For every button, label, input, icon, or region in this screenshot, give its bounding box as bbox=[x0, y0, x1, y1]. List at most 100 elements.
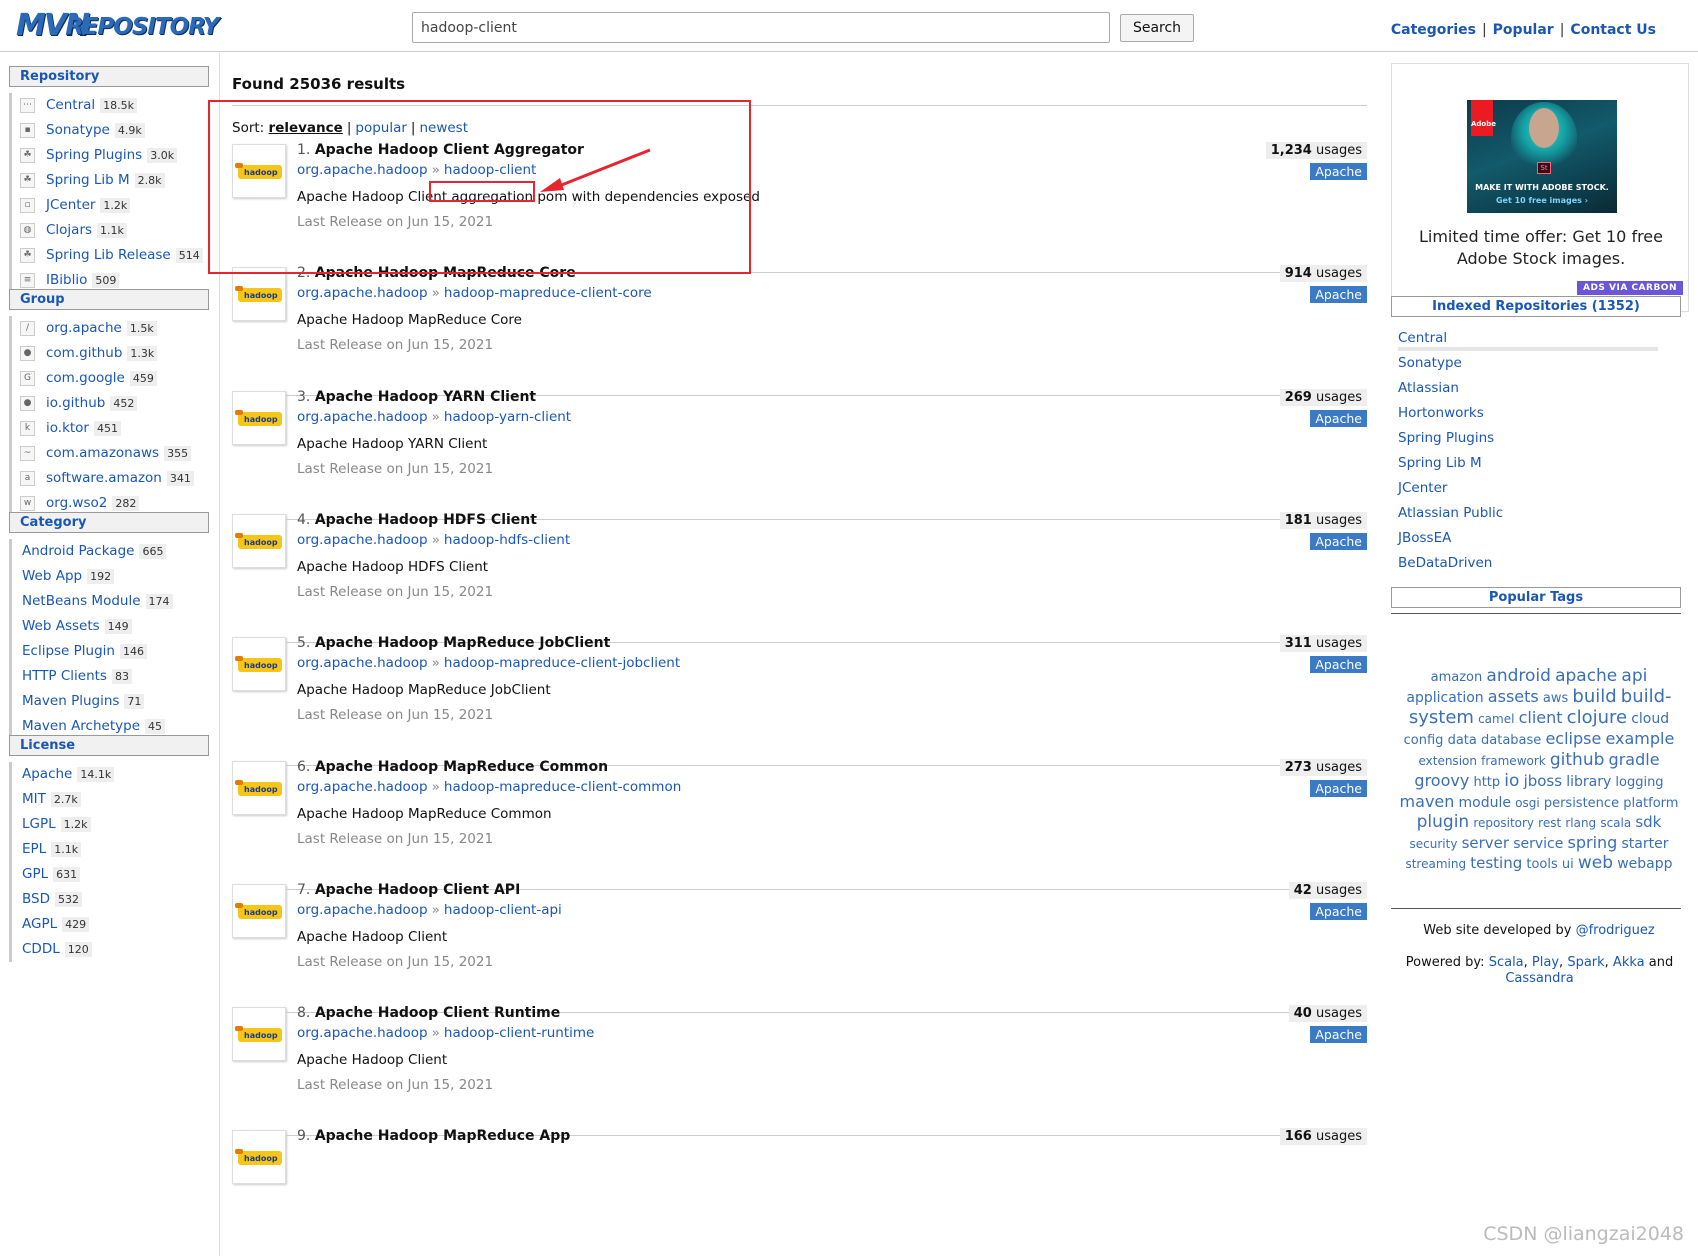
tag-link[interactable]: module bbox=[1459, 795, 1511, 811]
category-item-label[interactable]: Android Package bbox=[22, 539, 134, 564]
indexed-repo-item[interactable]: Atlassian Public bbox=[1398, 503, 1680, 528]
license-item-label[interactable]: Apache bbox=[22, 762, 72, 787]
indexed-repo-link[interactable]: Atlassian Public bbox=[1398, 505, 1503, 521]
license-badge[interactable]: Apache bbox=[1310, 779, 1367, 797]
category-item[interactable]: Maven Plugins 71 bbox=[12, 689, 214, 714]
license-item[interactable]: EPL 1.1k bbox=[12, 837, 214, 862]
tag-link[interactable]: gradle bbox=[1609, 750, 1660, 769]
indexed-repo-link[interactable]: JBossEA bbox=[1398, 530, 1451, 546]
usages-badge[interactable]: 914 usages bbox=[1279, 265, 1367, 283]
tag-link[interactable]: github bbox=[1550, 750, 1605, 770]
license-badge[interactable]: Apache bbox=[1310, 1026, 1367, 1044]
tag-link[interactable]: starter bbox=[1621, 836, 1668, 852]
result-name-link[interactable]: Apache Hadoop MapReduce Common bbox=[315, 759, 608, 775]
license-badge[interactable]: Apache bbox=[1310, 532, 1367, 550]
indexed-repo-link[interactable]: BeDataDriven bbox=[1398, 555, 1492, 571]
tag-link[interactable]: web bbox=[1578, 853, 1613, 873]
hadoop-logo-icon[interactable]: hadoop bbox=[232, 267, 286, 322]
tag-link[interactable]: persistence bbox=[1544, 796, 1619, 811]
tag-link[interactable]: groovy bbox=[1414, 771, 1469, 790]
repository-item-label[interactable]: Clojars bbox=[46, 218, 92, 243]
tag-link[interactable]: spring bbox=[1568, 833, 1618, 852]
tag-link[interactable]: amazon bbox=[1431, 670, 1483, 685]
indexed-repo-item[interactable]: Hortonworks bbox=[1398, 403, 1680, 428]
tag-link[interactable]: cloud bbox=[1631, 711, 1669, 727]
tag-link[interactable]: platform bbox=[1623, 796, 1678, 811]
license-item-label[interactable]: BSD bbox=[22, 887, 50, 912]
tag-link[interactable]: ui bbox=[1562, 857, 1574, 872]
hadoop-logo-icon[interactable]: hadoop bbox=[232, 1007, 286, 1062]
tag-link[interactable]: repository bbox=[1473, 816, 1534, 830]
indexed-repo-link[interactable]: Atlassian bbox=[1398, 380, 1459, 396]
tag-link[interactable]: logging bbox=[1615, 775, 1663, 790]
powered-scala-link[interactable]: Scala bbox=[1489, 955, 1524, 970]
repository-heading[interactable]: Repository bbox=[9, 66, 209, 87]
license-item[interactable]: GPL 631 bbox=[12, 862, 214, 887]
repository-item[interactable]: ☘ Spring Plugins 3.0k bbox=[12, 143, 214, 168]
license-heading[interactable]: License bbox=[9, 735, 209, 756]
hadoop-logo-icon[interactable]: hadoop bbox=[232, 1130, 286, 1185]
search-input[interactable] bbox=[412, 12, 1110, 43]
repository-item[interactable]: ☘ Spring Lib Release 514 bbox=[12, 243, 214, 268]
hadoop-logo-icon[interactable]: hadoop bbox=[232, 760, 286, 815]
artifact-id-link[interactable]: hadoop-yarn-client bbox=[444, 409, 571, 425]
result-name-link[interactable]: Apache Hadoop HDFS Client bbox=[315, 512, 537, 528]
tag-link[interactable]: http bbox=[1473, 775, 1500, 790]
usages-badge[interactable]: 40 usages bbox=[1288, 1005, 1367, 1023]
developer-link[interactable]: @frodriguez bbox=[1576, 923, 1655, 938]
group-id-link[interactable]: org.apache.hadoop bbox=[297, 779, 428, 795]
tag-link[interactable]: service bbox=[1513, 836, 1563, 852]
powered-play-link[interactable]: Play bbox=[1532, 955, 1559, 970]
nav-categories-link[interactable]: Categories bbox=[1391, 22, 1476, 38]
tag-link[interactable]: sdk bbox=[1635, 813, 1661, 831]
hadoop-logo-icon[interactable]: hadoop bbox=[232, 390, 286, 445]
usages-badge[interactable]: 269 usages bbox=[1279, 388, 1367, 406]
tag-link[interactable]: framework bbox=[1481, 754, 1546, 768]
repository-item[interactable]: ⋯ Central 18.5k bbox=[12, 93, 214, 118]
category-item-label[interactable]: NetBeans Module bbox=[22, 589, 141, 614]
license-item-label[interactable]: EPL bbox=[22, 837, 46, 862]
license-badge[interactable]: Apache bbox=[1310, 656, 1367, 674]
category-item[interactable]: Android Package 665 bbox=[12, 539, 214, 564]
tag-link[interactable]: testing bbox=[1470, 854, 1522, 872]
group-id-link[interactable]: org.apache.hadoop bbox=[297, 285, 428, 301]
tag-link[interactable]: application bbox=[1406, 690, 1483, 706]
ad-image[interactable]: Adobe St MAKE IT WITH ADOBE STOCK. Get 1… bbox=[1467, 100, 1617, 213]
group-item-label[interactable]: com.amazonaws bbox=[46, 441, 159, 466]
result-name-link[interactable]: Apache Hadoop YARN Client bbox=[315, 389, 536, 405]
tag-link[interactable]: data bbox=[1448, 733, 1477, 748]
indexed-repo-item[interactable]: JCenter bbox=[1398, 478, 1680, 503]
hadoop-logo-icon[interactable]: hadoop bbox=[232, 637, 286, 692]
group-id-link[interactable]: org.apache.hadoop bbox=[297, 532, 428, 548]
indexed-repo-item[interactable]: BeDataDriven bbox=[1398, 553, 1680, 578]
repository-item[interactable]: ▪ Sonatype 4.9k bbox=[12, 118, 214, 143]
category-item-label[interactable]: Maven Plugins bbox=[22, 689, 119, 714]
artifact-id-link[interactable]: hadoop-mapreduce-client-core bbox=[444, 285, 652, 301]
group-heading[interactable]: Group bbox=[9, 289, 209, 310]
tag-link[interactable]: io bbox=[1504, 771, 1519, 791]
indexed-repo-item[interactable]: Spring Plugins bbox=[1398, 428, 1680, 453]
license-item[interactable]: LGPL 1.2k bbox=[12, 812, 214, 837]
tag-link[interactable]: example bbox=[1605, 729, 1674, 748]
powered-akka-link[interactable]: Akka bbox=[1613, 955, 1645, 970]
indexed-repo-item[interactable]: Spring Lib M bbox=[1398, 453, 1680, 478]
usages-badge[interactable]: 273 usages bbox=[1279, 758, 1367, 776]
nav-contact-link[interactable]: Contact Us bbox=[1570, 22, 1656, 38]
repository-item-label[interactable]: Spring Lib M bbox=[46, 168, 130, 193]
powered-cassandra-link[interactable]: Cassandra bbox=[1505, 971, 1573, 986]
category-item[interactable]: HTTP Clients 83 bbox=[12, 664, 214, 689]
group-id-link[interactable]: org.apache.hadoop bbox=[297, 1025, 428, 1041]
indexed-repo-item[interactable]: JBossEA bbox=[1398, 528, 1680, 553]
tag-link[interactable]: plugin bbox=[1417, 812, 1470, 832]
license-badge[interactable]: Apache bbox=[1310, 902, 1367, 920]
tag-link[interactable]: security bbox=[1410, 837, 1458, 851]
license-item-label[interactable]: AGPL bbox=[22, 912, 57, 937]
license-item[interactable]: BSD 532 bbox=[12, 887, 214, 912]
tag-link[interactable]: eclipse bbox=[1545, 729, 1601, 748]
license-item[interactable]: MIT 2.7k bbox=[12, 787, 214, 812]
repository-item[interactable]: ◍ Clojars 1.1k bbox=[12, 218, 214, 243]
category-item[interactable]: Web Assets 149 bbox=[12, 614, 214, 639]
tag-link[interactable]: streaming bbox=[1405, 857, 1466, 871]
repository-item-label[interactable]: Central bbox=[46, 93, 95, 118]
hadoop-logo-icon[interactable]: hadoop bbox=[232, 883, 286, 938]
